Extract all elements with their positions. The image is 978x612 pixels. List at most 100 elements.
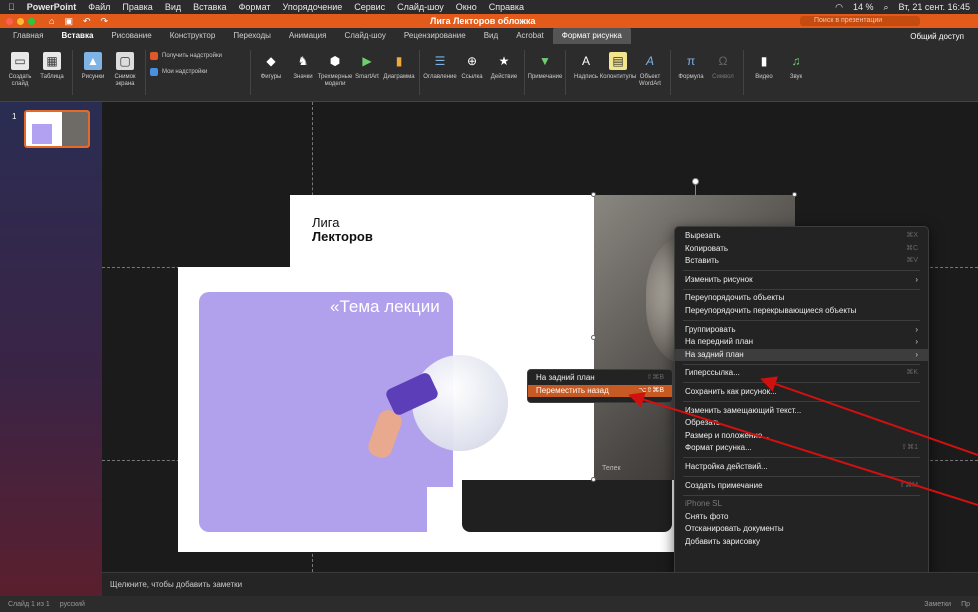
submenu-item[interactable]: Переместить назад ⌥⇧⌘B [528, 384, 672, 398]
context-menu-item[interactable]: Переупорядочить перекрывающиеся объекты [675, 305, 928, 318]
context-menu-item[interactable]: Вставить ⌘V [675, 255, 928, 268]
notes-toggle[interactable]: Заметки [924, 601, 951, 608]
search-icon[interactable]: ⌕ [883, 2, 888, 13]
menu-item-label: На задний план [685, 349, 744, 359]
symbol-button[interactable]: Ω Символ [707, 48, 739, 97]
zoom-window-button[interactable] [28, 17, 35, 25]
slide-dark-block[interactable] [462, 480, 672, 532]
tab-insert[interactable]: Вставка [52, 28, 102, 44]
save-icon[interactable]: ▣ [64, 16, 73, 27]
toc-button[interactable]: ☰ Оглавление [423, 48, 456, 97]
context-menu-item[interactable]: Гиперссылка... ⌘K [675, 367, 928, 380]
slide-title[interactable]: Лига Лекторов [312, 216, 373, 244]
menubar-item-insert[interactable]: Вставка [193, 2, 226, 12]
context-menu-item[interactable]: Сохранить как рисунок... [675, 386, 928, 399]
table-button[interactable]: ▦ Таблица [36, 48, 68, 97]
thumbnail-photo [62, 112, 88, 146]
shapes-button[interactable]: ◆ Фигуры [255, 48, 287, 97]
rotation-handle[interactable] [692, 178, 699, 185]
header-footer-button[interactable]: ▤ Колонтитулы [600, 48, 636, 97]
search-input[interactable]: Поиск в презентации [800, 16, 920, 26]
lecture-theme-text[interactable]: «Тема лекции [330, 297, 440, 317]
tab-design[interactable]: Конструктор [161, 28, 225, 44]
context-menu-item[interactable]: Изменить рисунок › [675, 274, 928, 287]
wifi-icon[interactable]: ◠ [835, 2, 843, 13]
pictures-button[interactable]: ▲ Рисунки [77, 48, 109, 97]
smartart-button[interactable]: ▶ SmartArt [351, 48, 383, 97]
tab-review[interactable]: Рецензирование [395, 28, 475, 44]
menubar-item-window[interactable]: Окно [456, 2, 477, 12]
resize-handle-tl[interactable] [591, 192, 596, 197]
language-indicator[interactable]: русский [60, 601, 85, 608]
context-menu-item[interactable]: Отсканировать документы [675, 523, 928, 536]
resize-handle-tr[interactable] [792, 192, 797, 197]
comments-toggle[interactable]: Пр [961, 601, 970, 608]
get-addins-button[interactable]: Получить надстройки [150, 52, 222, 60]
screenshot-button[interactable]: ▢ Снимок экрана [109, 48, 141, 97]
context-menu-item[interactable]: Копировать ⌘C [675, 243, 928, 256]
wordart-button[interactable]: A Объект WordArt [634, 48, 666, 97]
tab-view[interactable]: Вид [475, 28, 507, 44]
slide-dark-corner [178, 195, 290, 267]
context-menu-item[interactable]: На задний план › [675, 348, 928, 362]
tab-home[interactable]: Главная [4, 28, 52, 44]
context-menu-item[interactable]: Переупорядочить объекты [675, 292, 928, 305]
redo-icon[interactable]: ↷ [101, 16, 109, 27]
battery-level[interactable]: 14 % [853, 2, 874, 13]
minimize-window-button[interactable] [17, 17, 24, 25]
menubar-item-slideshow[interactable]: Слайд-шоу [397, 2, 444, 12]
resize-handle-bl[interactable] [591, 477, 596, 482]
menubar-item-arrange[interactable]: Упорядочение [283, 2, 343, 12]
context-menu-item[interactable]: Создать примечание ⇧⌘M [675, 480, 928, 493]
menubar-item-file[interactable]: Файл [88, 2, 110, 12]
menu-item-label: Отсканировать документы [685, 524, 784, 534]
context-menu-item[interactable]: Формат рисунка... ⇧⌘1 [675, 442, 928, 455]
link-button[interactable]: ⊕ Ссылка [456, 48, 488, 97]
menubar-app-name[interactable]: PowerPoint [27, 2, 77, 12]
context-menu-item[interactable]: Снять фото [675, 511, 928, 524]
clock[interactable]: Вт, 21 сент. 16:45 [899, 2, 970, 13]
chart-button[interactable]: ▮ Диаграмма [383, 48, 415, 97]
icons-button[interactable]: ♞ Значки [287, 48, 319, 97]
chevron-right-icon: › [915, 337, 918, 347]
home-icon[interactable]: ⌂ [49, 16, 54, 27]
share-button[interactable]: Общий доступ [910, 32, 974, 41]
context-menu-item[interactable]: Группировать › [675, 324, 928, 337]
tab-transitions[interactable]: Переходы [224, 28, 280, 44]
close-window-button[interactable] [6, 17, 13, 25]
sphere-illustration[interactable] [412, 355, 508, 451]
notes-pane[interactable]: Щелкните, чтобы добавить заметки [102, 572, 978, 596]
tab-picture-format[interactable]: Формат рисунка [552, 28, 631, 44]
undo-icon[interactable]: ↶ [83, 16, 91, 27]
my-addins-button[interactable]: Мои надстройки [150, 68, 207, 76]
context-menu-item[interactable]: Добавить зарисовку [675, 536, 928, 549]
comment-button[interactable]: ▼ Примечание [528, 48, 563, 97]
menubar-item-tools[interactable]: Сервис [354, 2, 385, 12]
status-bar: Слайд 1 из 1 русский Заметки Пр [0, 596, 978, 612]
context-menu-item[interactable]: Обрезать [675, 417, 928, 430]
context-menu-item[interactable]: На передний план › [675, 336, 928, 349]
context-menu-item[interactable]: Вырезать ⌘X [675, 230, 928, 243]
equation-button[interactable]: π Формула [675, 48, 707, 97]
menubar-item-format[interactable]: Формат [239, 2, 271, 12]
context-menu-item[interactable]: Настройка действий... [675, 461, 928, 474]
apple-icon[interactable]:  [8, 2, 15, 12]
menubar-item-edit[interactable]: Правка [122, 2, 152, 12]
menubar-item-view[interactable]: Вид [165, 2, 181, 12]
tab-slideshow[interactable]: Слайд-шоу [335, 28, 394, 44]
tab-animation[interactable]: Анимация [280, 28, 336, 44]
audio-button[interactable]: ♫ Звук [780, 48, 812, 97]
video-button[interactable]: ▮ Видео [748, 48, 780, 97]
tab-draw[interactable]: Рисование [102, 28, 160, 44]
context-menu-item[interactable]: Изменить замещающий текст... [675, 405, 928, 418]
menubar-item-help[interactable]: Справка [489, 2, 524, 12]
action-button[interactable]: ★ Действие [488, 48, 520, 97]
textbox-button[interactable]: A Надпись [570, 48, 602, 97]
submenu-item[interactable]: На задний план ⇧⌘B [528, 372, 672, 385]
resize-handle-l[interactable] [591, 335, 596, 340]
3d-models-button[interactable]: ⬢ Трехмерные модели [318, 48, 353, 97]
tab-acrobat[interactable]: Acrobat [507, 28, 553, 44]
new-slide-button[interactable]: ▭ Создать слайд [4, 48, 36, 97]
slide-thumbnail[interactable] [24, 110, 90, 148]
context-menu-item[interactable]: Размер и положение... [675, 430, 928, 443]
